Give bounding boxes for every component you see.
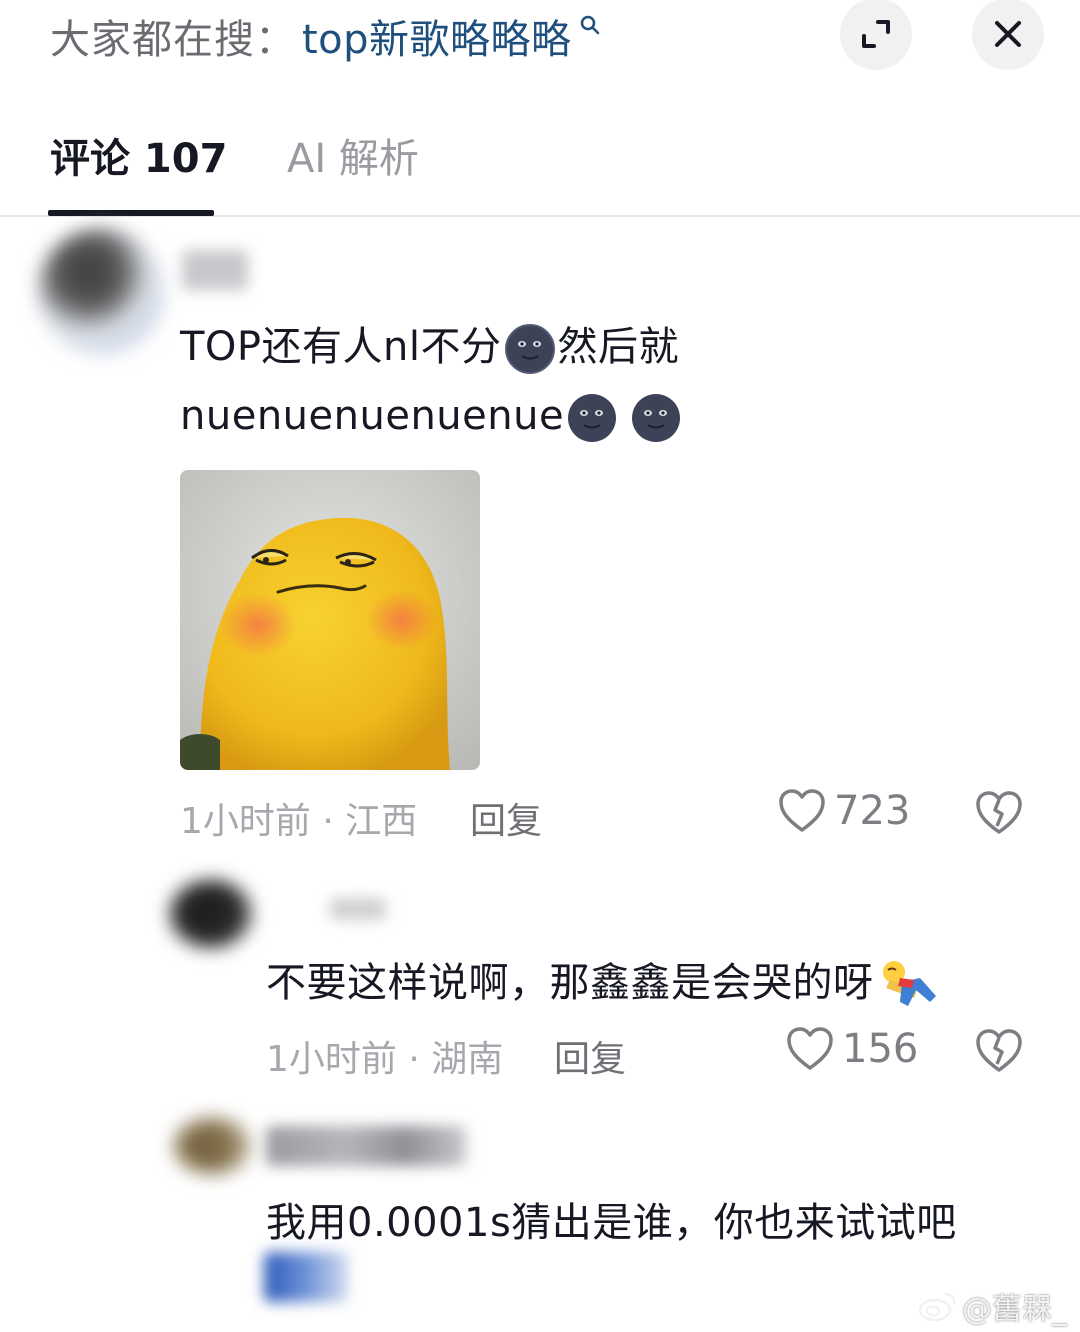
avatar[interactable] (174, 1118, 252, 1174)
like-button[interactable]: 156 (786, 1026, 918, 1072)
close-icon (995, 21, 1021, 47)
watermark: @舊槑_ (918, 1284, 1067, 1328)
comment-time-location: 1小时前 · 江西 (180, 801, 418, 842)
username-blurred[interactable] (266, 1126, 466, 1166)
search-term-link[interactable]: top新歌略略略 (302, 7, 572, 65)
reply-button[interactable]: 回复 (470, 792, 542, 844)
close-button[interactable] (972, 0, 1044, 70)
like-count: 156 (842, 1026, 919, 1072)
comment-text: 我用0.0001s猜出是谁，你也来试试吧 (266, 1200, 957, 1246)
search-suggestion[interactable]: 大家都在搜： top新歌略略略 (50, 8, 602, 64)
watermark-text: @舊槑_ (962, 1292, 1067, 1327)
search-mini-icon (580, 15, 599, 35)
search-prefix-label: 大家都在搜： (50, 17, 296, 63)
like-button[interactable]: 723 (778, 788, 910, 834)
expand-button[interactable] (840, 0, 912, 70)
moon-face-emoji (504, 324, 555, 374)
comment-text-line-1: TOP还有人nl不分 然后就 (180, 314, 679, 375)
comment-time-location: 1小时前 · 湖南 (266, 1039, 504, 1080)
comment-text-line-2: nuenuenuenuenue (180, 392, 684, 444)
moon-face-emoji (568, 394, 617, 442)
frog-sticker-illustration (180, 470, 480, 770)
username-blurred[interactable] (182, 250, 248, 290)
avatar[interactable] (170, 880, 252, 948)
broken-heart-icon[interactable] (975, 1028, 1023, 1074)
heart-icon (779, 789, 825, 832)
comment-tabs: 评论 107 AI 解析 (0, 110, 1080, 217)
comment-text: 不要这样说啊，那鑫鑫是会哭的呀 (266, 950, 940, 1012)
comment-attachment-blurred[interactable] (264, 1252, 348, 1302)
moon-face-emoji (632, 394, 681, 442)
heart-icon (787, 1027, 833, 1070)
tab-ai-analysis[interactable]: AI 解析 (287, 132, 419, 186)
weibo-icon (918, 1292, 956, 1322)
tab-comments[interactable]: 评论 107 (50, 132, 227, 186)
username-blurred[interactable] (330, 898, 386, 920)
active-tab-indicator (48, 210, 214, 216)
broken-heart-icon[interactable] (975, 790, 1023, 836)
crying-emoji (882, 961, 936, 1006)
like-count: 723 (834, 788, 911, 834)
expand-icon (862, 20, 890, 48)
avatar[interactable] (38, 228, 164, 354)
comment-sticker-image[interactable] (180, 470, 480, 770)
reply-button[interactable]: 回复 (554, 1030, 626, 1082)
